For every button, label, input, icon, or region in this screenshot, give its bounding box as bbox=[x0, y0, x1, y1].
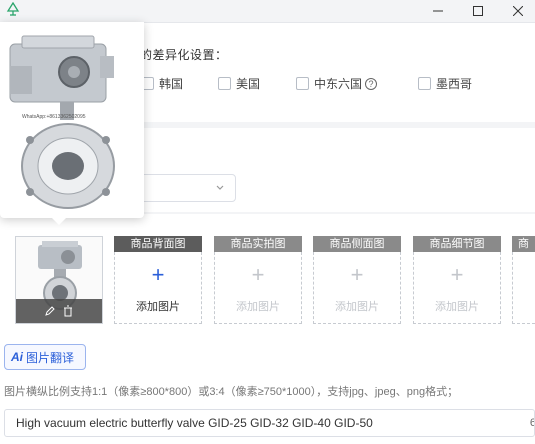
edit-icon[interactable] bbox=[44, 305, 56, 317]
slot-header: 商品细节图 bbox=[413, 236, 501, 252]
image-translate-button[interactable]: Ai 图片翻译 bbox=[4, 344, 86, 370]
country-checkbox-korea[interactable]: 韩国 bbox=[141, 75, 183, 92]
slot-header: 商 bbox=[512, 236, 535, 252]
slot-body[interactable]: + 添加图片 bbox=[313, 252, 401, 324]
slot-body[interactable]: + 添加图片 bbox=[114, 252, 202, 324]
maximize-button[interactable] bbox=[458, 0, 498, 22]
delete-icon[interactable] bbox=[62, 305, 74, 317]
image-slot-detail[interactable]: 商品细节图 + 添加图片 bbox=[413, 236, 501, 324]
slot-body[interactable]: + 添加图片 bbox=[413, 252, 501, 324]
add-image-label: 添加图片 bbox=[236, 301, 280, 313]
country-checkbox-mexico[interactable]: 墨西哥 bbox=[418, 75, 472, 92]
slot-header: 商品背面图 bbox=[114, 236, 202, 252]
valve-preview-image bbox=[9, 35, 115, 209]
popup-arrow bbox=[52, 218, 66, 225]
add-image-label: 添加图片 bbox=[335, 301, 379, 313]
help-icon[interactable]: ? bbox=[365, 77, 378, 90]
minimize-button[interactable] bbox=[418, 0, 458, 22]
chevron-down-icon bbox=[216, 185, 224, 190]
title-value: High vacuum electric butterfly valve GID… bbox=[16, 416, 373, 430]
plus-icon: + bbox=[251, 262, 265, 287]
image-slot-back[interactable]: 商品背面图 + 添加图片 bbox=[114, 236, 202, 324]
country-checkbox-usa[interactable]: 美国 bbox=[218, 75, 260, 92]
app-logo-icon bbox=[6, 2, 20, 16]
window-titlebar bbox=[0, 0, 535, 22]
close-button[interactable] bbox=[498, 0, 535, 22]
char-counter: 6 bbox=[530, 410, 534, 436]
country-label: 中东六国 bbox=[314, 77, 363, 91]
dropdown-select[interactable] bbox=[140, 174, 236, 202]
country-label: 美国 bbox=[236, 77, 261, 91]
translate-label: 图片翻译 bbox=[26, 350, 75, 365]
ai-icon: Ai bbox=[11, 350, 23, 364]
slot-header: 商品侧面图 bbox=[313, 236, 401, 252]
image-slot-side[interactable]: 商品侧面图 + 添加图片 bbox=[313, 236, 401, 324]
maximize-icon bbox=[473, 6, 483, 16]
add-image-label: 添加图片 bbox=[435, 301, 479, 313]
plus-icon: + bbox=[450, 262, 464, 287]
minimize-icon bbox=[433, 10, 443, 12]
diff-settings-label: 的差异化设置： bbox=[140, 48, 228, 62]
image-slot-partial[interactable]: 商 bbox=[512, 236, 535, 324]
slot-header: 商品实拍图 bbox=[214, 236, 302, 252]
country-label: 墨西哥 bbox=[436, 77, 473, 91]
image-preview-popup: WhatsApp:+8613362502095 bbox=[0, 22, 144, 218]
checkbox[interactable] bbox=[418, 77, 431, 90]
checkbox[interactable] bbox=[218, 77, 231, 90]
slot-body[interactable]: + 添加图片 bbox=[214, 252, 302, 324]
product-title-input[interactable]: High vacuum electric butterfly valve GID… bbox=[4, 409, 535, 437]
thumbnail-actions bbox=[16, 299, 102, 323]
image-slot-real[interactable]: 商品实拍图 + 添加图片 bbox=[214, 236, 302, 324]
main-image-thumbnail[interactable] bbox=[15, 236, 103, 324]
close-icon bbox=[513, 6, 523, 16]
country-checkbox-middle-east[interactable]: 中东六国 ? bbox=[296, 75, 378, 92]
plus-icon: + bbox=[151, 262, 165, 287]
slot-body[interactable] bbox=[512, 252, 535, 324]
image-requirements-hint: 图片横纵比例支持1:1（像素≥800*800）或3:4（像素≥750*1000）… bbox=[4, 386, 459, 398]
checkbox[interactable] bbox=[296, 77, 309, 90]
country-label: 韩国 bbox=[159, 77, 184, 91]
watermark-text: WhatsApp:+8613362502095 bbox=[22, 114, 86, 120]
add-image-label: 添加图片 bbox=[136, 301, 180, 313]
plus-icon: + bbox=[350, 262, 364, 287]
